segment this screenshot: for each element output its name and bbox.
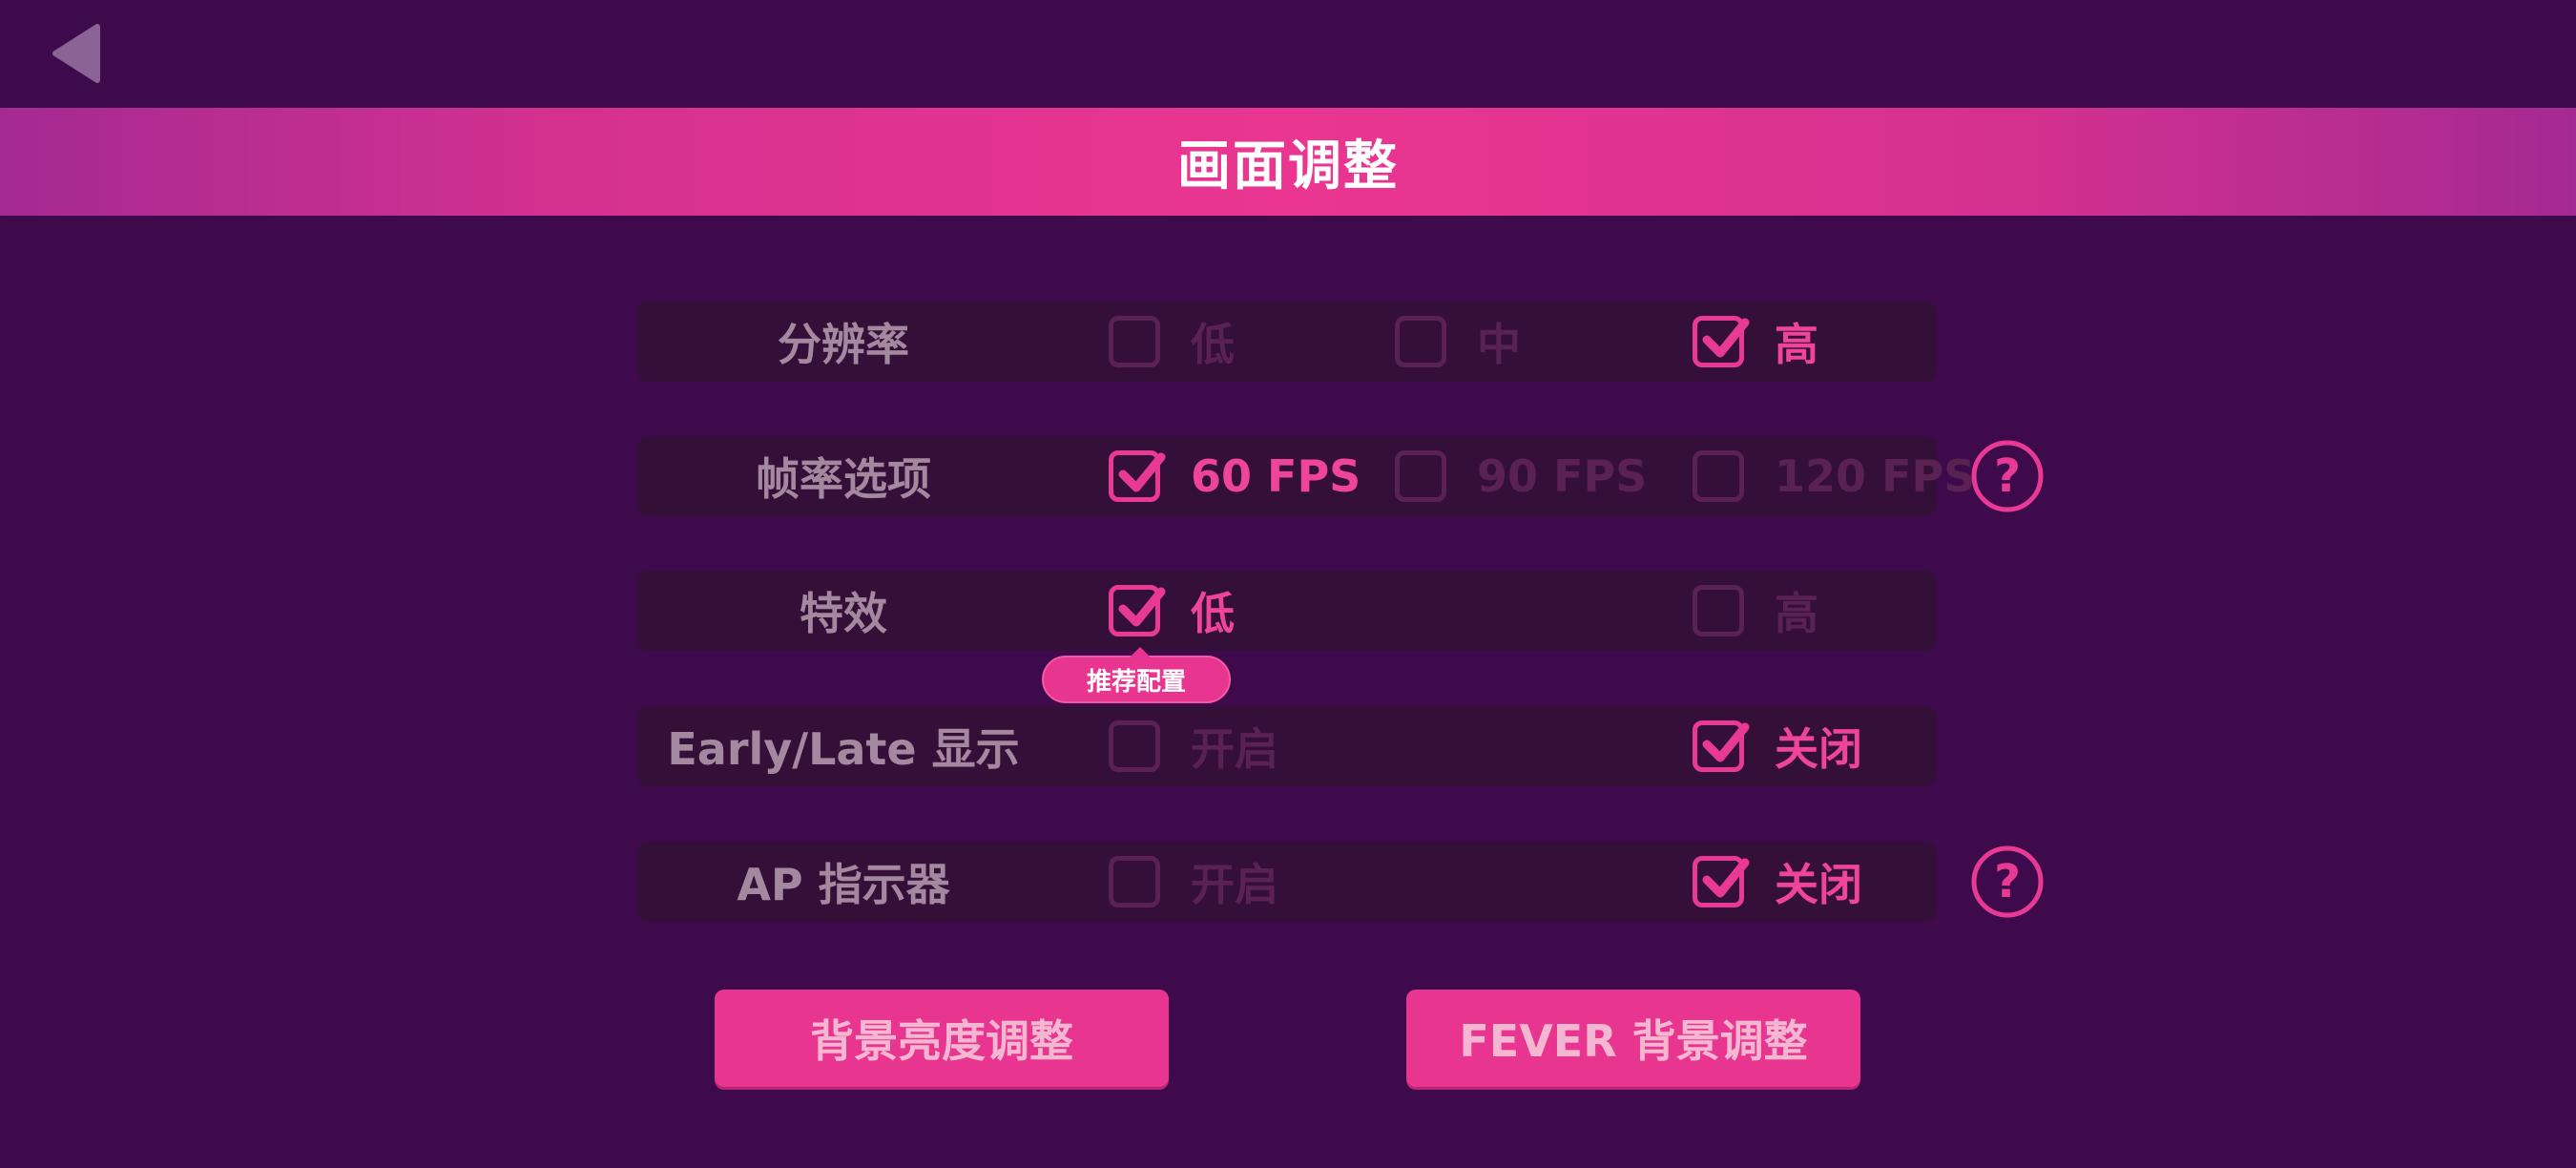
checkbox[interactable] — [1109, 585, 1166, 636]
resolution-option-low[interactable]: 低 — [1109, 302, 1235, 382]
fever-background-button[interactable]: FEVER 背景调整 — [1406, 990, 1860, 1087]
framerate-option-120[interactable]: 120 FPS — [1693, 436, 1975, 516]
recommended-config-tooltip: 推荐配置 — [1042, 647, 1231, 703]
framerate-help-button[interactable]: ? — [1969, 438, 2046, 514]
resolution-option-medium[interactable]: 中 — [1395, 302, 1521, 382]
checkmark-icon — [1118, 587, 1166, 627]
effects-option-low[interactable]: 低 — [1109, 571, 1235, 651]
option-label: 低 — [1191, 319, 1235, 370]
checkbox[interactable] — [1693, 720, 1750, 772]
back-button[interactable] — [48, 21, 105, 88]
ap-indicator-help-button[interactable]: ? — [1969, 844, 2046, 920]
setting-label-ap-indicator: AP 指示器 — [737, 859, 950, 910]
checkmark-icon — [1702, 318, 1750, 358]
option-label: 高 — [1775, 319, 1818, 370]
checkbox[interactable] — [1693, 585, 1744, 636]
ap-indicator-option-on[interactable]: 开启 — [1109, 842, 1278, 922]
checkbox[interactable] — [1109, 720, 1160, 772]
option-label: 高 — [1775, 588, 1818, 639]
setting-label-effects: 特效 — [800, 588, 887, 639]
setting-row-framerate: 帧率选项 60 FPS 90 FPS 120 FPS — [637, 436, 1975, 516]
svg-text:?: ? — [1994, 449, 2021, 503]
checkbox[interactable] — [1693, 856, 1750, 907]
resolution-option-high[interactable]: 高 — [1693, 302, 1818, 382]
option-label: 中 — [1477, 319, 1521, 370]
setting-label-early-late: Early/Late 显示 — [667, 723, 1020, 775]
setting-label-resolution: 分辨率 — [778, 319, 909, 370]
question-mark-icon: ? — [1971, 845, 2044, 918]
back-triangle-icon — [52, 24, 100, 83]
early-late-option-off[interactable]: 关闭 — [1693, 706, 1862, 786]
checkbox[interactable] — [1395, 450, 1446, 502]
setting-row-resolution: 分辨率 低 中 高 — [637, 302, 1937, 382]
option-label: 120 FPS — [1775, 450, 1976, 502]
setting-row-ap-indicator: AP 指示器 开启 关闭 — [637, 842, 1937, 922]
background-brightness-button[interactable]: 背景亮度调整 — [715, 990, 1169, 1087]
option-label: 60 FPS — [1191, 450, 1361, 502]
effects-option-high[interactable]: 高 — [1693, 571, 1818, 651]
svg-text:?: ? — [1994, 855, 2021, 908]
setting-row-early-late: Early/Late 显示 开启 关闭 — [637, 706, 1937, 786]
option-label: 90 FPS — [1477, 450, 1648, 502]
option-label: 关闭 — [1775, 859, 1862, 910]
page-title: 画面调整 — [1177, 136, 1399, 198]
question-mark-icon: ? — [1971, 440, 2044, 512]
checkbox[interactable] — [1109, 450, 1166, 502]
framerate-option-90[interactable]: 90 FPS — [1395, 436, 1647, 516]
checkbox[interactable] — [1109, 316, 1160, 367]
checkmark-icon — [1702, 722, 1750, 762]
option-label: 开启 — [1191, 859, 1278, 910]
checkmark-icon — [1702, 858, 1750, 898]
checkbox[interactable] — [1395, 316, 1446, 367]
setting-label-framerate: 帧率选项 — [756, 453, 931, 505]
framerate-option-60[interactable]: 60 FPS — [1109, 436, 1361, 516]
checkbox[interactable] — [1109, 856, 1160, 907]
checkbox[interactable] — [1693, 316, 1750, 367]
checkbox[interactable] — [1693, 450, 1744, 502]
early-late-option-on[interactable]: 开启 — [1109, 706, 1278, 786]
option-label: 关闭 — [1775, 723, 1862, 775]
option-label: 低 — [1191, 588, 1235, 639]
checkmark-icon — [1118, 452, 1166, 492]
ap-indicator-option-off[interactable]: 关闭 — [1693, 842, 1862, 922]
title-banner: 画面调整 — [0, 108, 2576, 216]
option-label: 开启 — [1191, 723, 1278, 775]
setting-row-effects: 特效 低 高 — [637, 571, 1937, 651]
